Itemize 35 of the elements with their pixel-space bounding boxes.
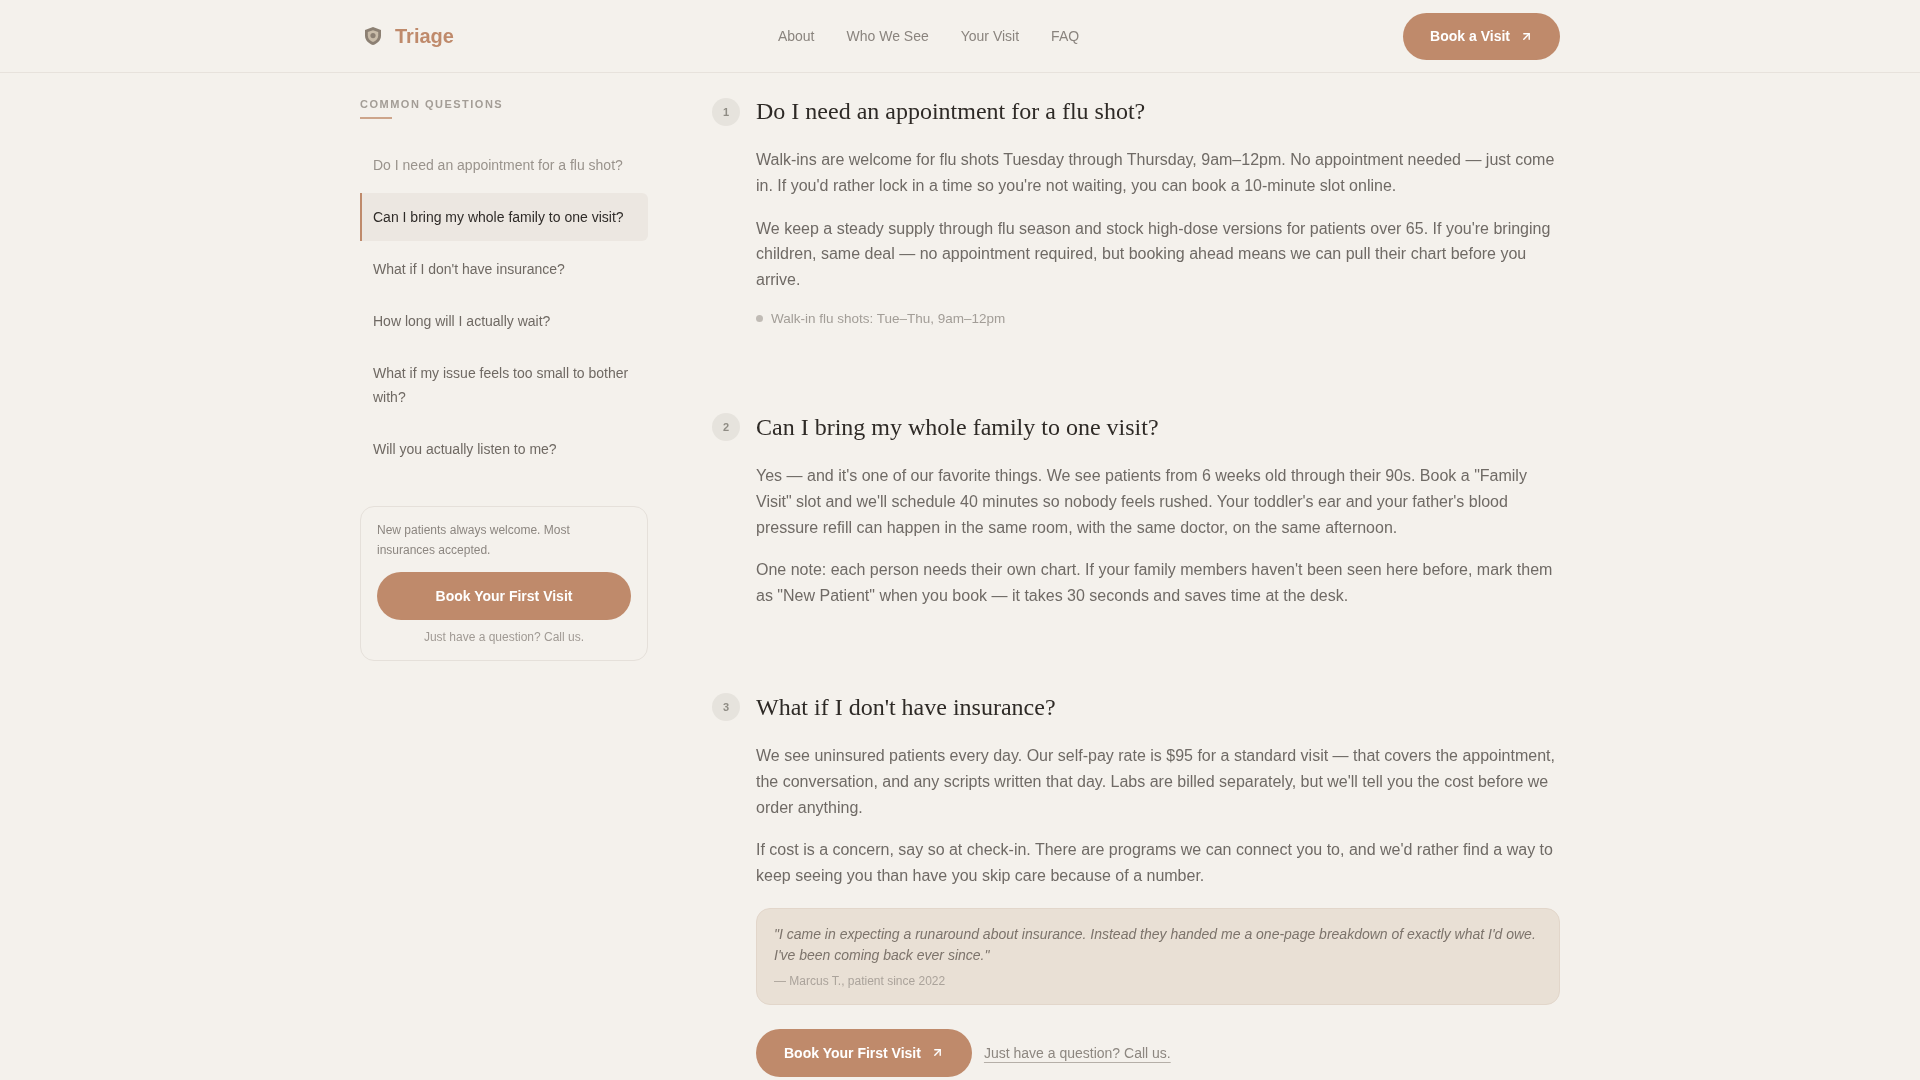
quote-attribution: — Marcus T., patient since 2022 [774, 972, 947, 990]
nav-link[interactable]: FAQ [1051, 28, 1080, 44]
answer-paragraph: One note: each person needs their own chart. If your family members haven't been seen here before, mark them as "New Patient" when you book — it takes 30 seconds and saves time at the desk. [756, 560, 1554, 607]
answer-paragraph: Yes — and it's one of our favorite things. We see patients from 6 weeks old through their 90s. Book a "Family Visit" slot and we'll schedule 40 minutes so nobody feels rushed. Your toddler's ear and your father's blood pressure refill can happen in the same room, with the same doctor, on the same afternoon. [756, 466, 1528, 538]
card-text: New patients always welcome. Most insurances accepted. [377, 522, 571, 559]
quote-text: "I came in expecting a runaround about insurance. Instead they handed me a one-page breakdown of exactly what I'd owe. I've been coming back ever since." [774, 924, 1537, 965]
book-visit-button[interactable]: Book a Visit [1403, 12, 1560, 60]
sidebar-heading: COMMON QUESTIONS [360, 97, 505, 111]
question-title: Can I bring my whole family to one visit? [756, 413, 1159, 442]
nav-link[interactable]: Your Visit [960, 28, 1020, 44]
bullet-dot-icon [756, 315, 763, 323]
answer-paragraph: We keep a steady supply through flu season and stock high-dose versions for patients over 65. If you're bringing children, same deal — no appointment required, but booking ahead means we can pull their chart before you arrive. [756, 218, 1552, 291]
sidebar-question-link[interactable]: Can I bring my whole family to one visit? [360, 193, 648, 241]
question-number: 1 [712, 97, 740, 126]
logo-text[interactable]: Triage [395, 24, 454, 48]
nav-link[interactable]: Who We See [846, 28, 929, 44]
question-number: 3 [712, 693, 740, 722]
book-first-visit-button[interactable]: Book Your First Visit [756, 1028, 972, 1077]
sidebar-question-link[interactable]: What if my issue feels too small to bother with? [360, 349, 648, 421]
question-title: Do I need an appointment for a flu shot? [756, 97, 1146, 126]
sidebar-question-link[interactable]: Do I need an appointment for a flu shot? [360, 141, 648, 189]
question-title: What if I don't have insurance? [756, 692, 1056, 722]
sidebar-question-link[interactable]: What if I don't have insurance? [360, 245, 648, 293]
call-us-link[interactable]: Just have a question? Call us. [983, 1044, 1171, 1061]
answer-paragraph: Walk-ins are welcome for flu shots Tuesday through Thursday, 9am–12pm. No appointment needed — just come in. If you'd rather lock in a time so you're not waiting, you can book a 10-minute slot online. [756, 150, 1556, 196]
card-note: Just have a question? Call us. [422, 629, 586, 646]
answer-paragraph: If cost is a concern, say so at check-in. There are programs we can connect you to, and we'd rather find a way to keep seeing you than have you skip care because of a number. [756, 840, 1554, 887]
book-first-visit-button[interactable]: Book Your First Visit [377, 572, 631, 620]
hours-note: Walk-in flu shots: Tue–Thu, 9am–12pm [771, 310, 1006, 328]
answer-paragraph: We see uninsured patients every day. Our self-pay rate is $95 for a standard visit — that covers the appointment, the conversation, and any scripts written that day. Labs are billed separately, but we'll tell you the cost before we order anything. [756, 745, 1556, 818]
nav-link[interactable]: About [777, 28, 815, 44]
sidebar-question-link[interactable]: Will you actually listen to me? [360, 425, 648, 473]
sidebar-question-link[interactable]: How long will I actually wait? [360, 297, 648, 345]
shield-icon [363, 26, 383, 46]
question-number: 2 [712, 413, 740, 442]
